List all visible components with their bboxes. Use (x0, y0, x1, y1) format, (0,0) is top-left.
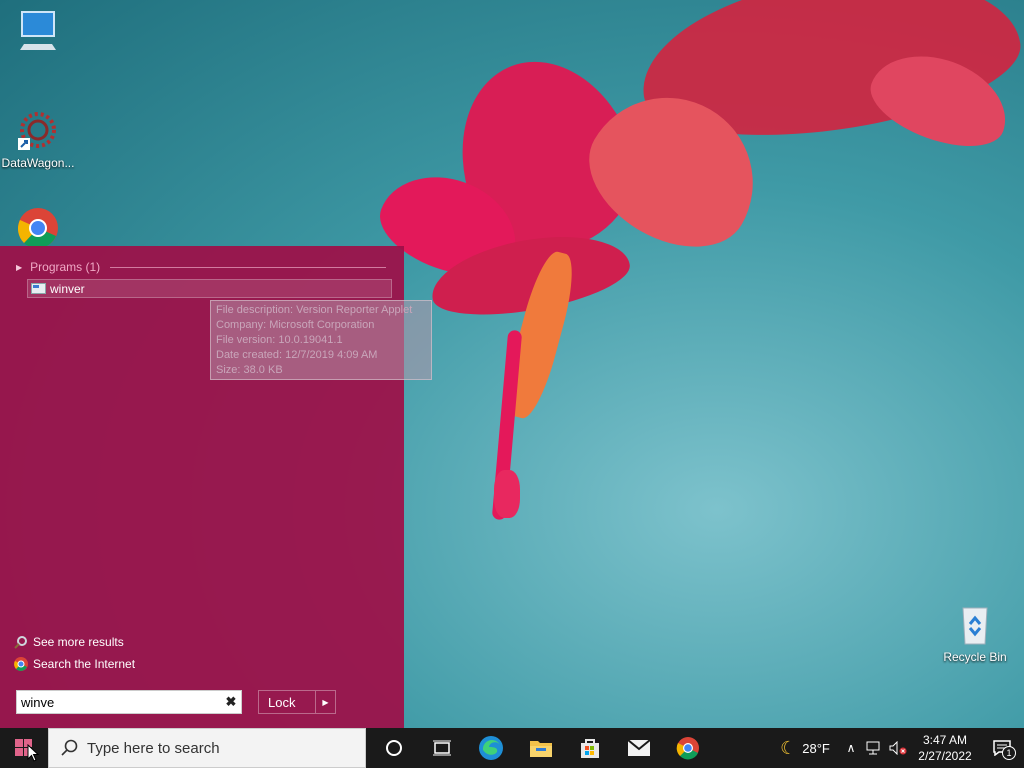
mail-icon (627, 739, 651, 756)
taskbar-search-box[interactable]: Type here to search (48, 728, 366, 768)
tooltip-date: Date created: 12/7/2019 4:09 AM (216, 349, 378, 361)
volume-muted-icon (889, 741, 907, 755)
recycle-bin-icon (953, 602, 997, 646)
clock[interactable]: 3:47 AM 2/27/2022 (910, 728, 980, 768)
start-button[interactable] (0, 728, 48, 768)
power-options-arrow-icon[interactable]: ▶ (315, 691, 335, 713)
lock-button[interactable]: Lock (259, 695, 315, 710)
tooltip-size: Size: 38.0 KB (216, 364, 283, 376)
chrome-icon (676, 737, 699, 760)
program-item-winver[interactable]: winver (27, 279, 392, 298)
desktop-icon-recycle-bin[interactable]: Recycle Bin (937, 602, 1013, 664)
chrome-button[interactable] (664, 728, 712, 768)
clear-icon[interactable]: ✖ (221, 694, 241, 710)
task-view-button[interactable] (418, 728, 466, 768)
volume-button[interactable] (886, 728, 910, 768)
network-icon (866, 741, 880, 755)
see-more-results-label: See more results (33, 635, 124, 649)
taskbar: Type here to search ☾ 28°F ∧ 3:47 AM 2/2… (0, 728, 1024, 768)
network-button[interactable] (862, 728, 886, 768)
clock-time: 3:47 AM (922, 733, 968, 747)
edge-button[interactable] (466, 728, 516, 768)
weather-temperature: 28°F (802, 740, 830, 756)
tooltip-description: File description: Version Reporter Apple… (216, 304, 413, 316)
file-explorer-button[interactable] (516, 728, 566, 768)
store-icon (581, 739, 599, 758)
mail-button[interactable] (614, 728, 664, 768)
start-search-input[interactable] (17, 694, 221, 710)
edge-icon (479, 736, 503, 760)
computer-icon (16, 8, 60, 52)
desktop-icon-label: DataWagon... (1, 156, 75, 170)
taskbar-search-placeholder: Type here to search (87, 739, 220, 757)
programs-group-header[interactable]: ▶ Programs (1) (16, 260, 386, 274)
weather-widget[interactable]: ☾ 28°F (770, 728, 840, 768)
show-hidden-icons-button[interactable]: ∧ (840, 728, 862, 768)
search-internet-label: Search the Internet (33, 657, 136, 671)
tooltip-version: File version: 10.0.19041.1 (216, 334, 343, 346)
notification-badge: 1 (1002, 746, 1016, 760)
mouse-cursor-icon (27, 744, 39, 762)
winver-icon (31, 283, 46, 294)
cortana-button[interactable] (370, 728, 418, 768)
program-tooltip: File description: Version Reporter Apple… (210, 300, 432, 380)
store-button[interactable] (566, 728, 614, 768)
folder-icon (530, 741, 552, 757)
clock-date: 2/27/2022 (918, 749, 972, 763)
moon-icon: ☾ (780, 737, 797, 758)
desktop-icon-this-pc[interactable] (0, 8, 76, 56)
program-item-label: winver (50, 281, 85, 296)
chrome-icon (16, 206, 60, 250)
start-search-box[interactable]: ✖ (16, 690, 242, 714)
search-internet-link[interactable]: Search the Internet (14, 657, 135, 671)
lock-button-group: Lock ▶ (258, 690, 336, 714)
group-divider (110, 266, 386, 268)
desktop-icon-datawagon[interactable]: DataWagon... (0, 108, 76, 170)
programs-group-label: Programs (1) (30, 260, 101, 274)
action-center-button[interactable]: 1 (980, 728, 1024, 768)
tooltip-company: Company: Microsoft Corporation (216, 319, 375, 331)
task-view-icon (433, 740, 451, 756)
search-icon (61, 739, 79, 757)
expand-arrow-icon: ▶ (16, 262, 23, 272)
see-more-results-link[interactable]: See more results (14, 635, 124, 649)
datawagon-icon (16, 108, 60, 152)
chevron-up-icon: ∧ (846, 741, 856, 755)
chrome-icon (14, 657, 28, 671)
cortana-icon (386, 740, 402, 756)
search-icon (14, 635, 28, 649)
